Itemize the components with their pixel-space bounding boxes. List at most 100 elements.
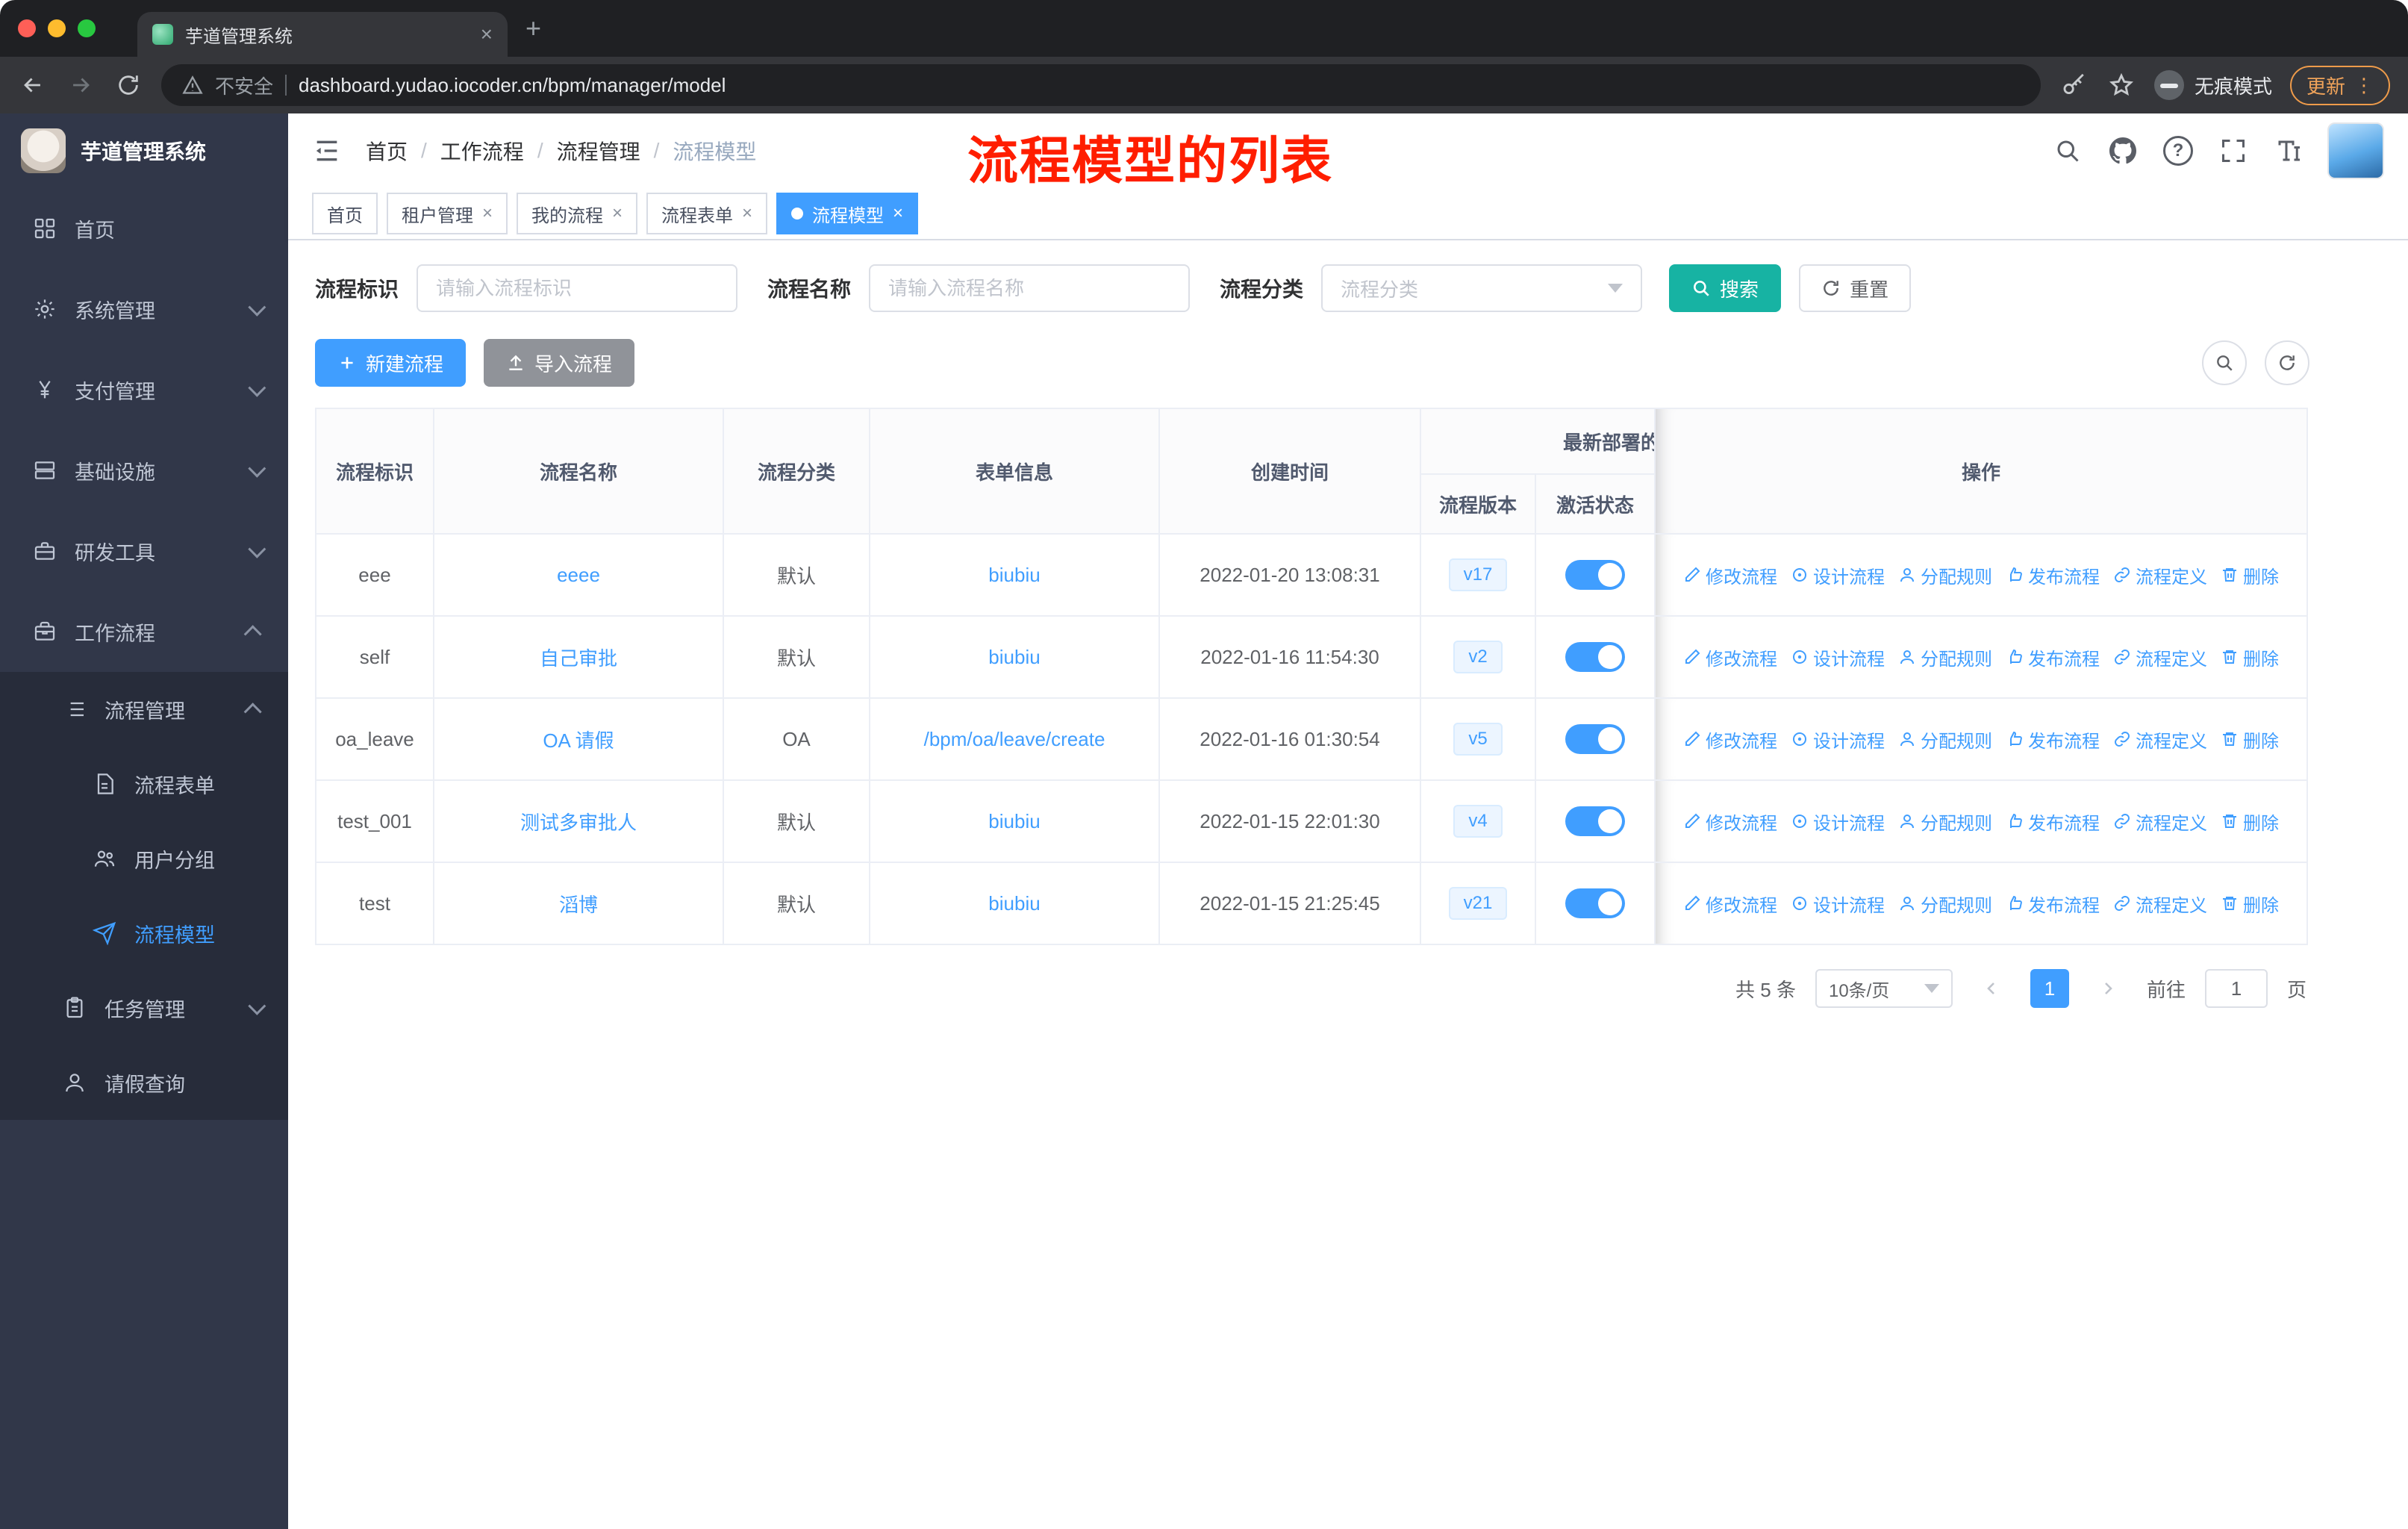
form-info-link[interactable]: biubiu — [988, 810, 1040, 832]
action-assign-rules-link[interactable]: 分配规则 — [1898, 644, 1992, 670]
action-assign-rules-link[interactable]: 分配规则 — [1898, 809, 1992, 835]
sidebar-item-process-form[interactable]: 流程表单 — [0, 747, 288, 821]
reset-button[interactable]: 重置 — [1799, 264, 1912, 312]
github-icon[interactable] — [2106, 134, 2139, 167]
action-definition-link[interactable]: 流程定义 — [2113, 562, 2207, 588]
form-info-link[interactable]: biubiu — [988, 646, 1040, 668]
process-name-link[interactable]: 测试多审批人 — [520, 812, 637, 834]
sidebar-item-home[interactable]: 首页 — [0, 188, 288, 269]
action-design-link[interactable]: 设计流程 — [1791, 644, 1885, 670]
prev-page-button[interactable] — [1972, 969, 2011, 1008]
bookmark-star-icon[interactable] — [2106, 70, 2136, 100]
import-process-button[interactable]: 导入流程 — [484, 339, 635, 387]
action-delete-link[interactable]: 删除 — [2221, 726, 2279, 753]
sidebar-item-task-management[interactable]: 任务管理 — [0, 971, 288, 1045]
action-publish-link[interactable]: 发布流程 — [2006, 726, 2100, 753]
breadcrumb-item[interactable]: 首页 — [366, 136, 408, 166]
tag-close-icon[interactable]: × — [742, 205, 752, 222]
sidebar-collapse-icon[interactable] — [312, 136, 342, 166]
action-edit-link[interactable]: 修改流程 — [1683, 726, 1777, 753]
fullscreen-icon[interactable] — [2217, 134, 2250, 167]
action-definition-link[interactable]: 流程定义 — [2113, 891, 2207, 917]
tag-close-icon[interactable]: × — [482, 205, 493, 222]
action-design-link[interactable]: 设计流程 — [1791, 562, 1885, 588]
action-design-link[interactable]: 设计流程 — [1791, 891, 1885, 917]
active-toggle[interactable] — [1565, 724, 1625, 754]
action-assign-rules-link[interactable]: 分配规则 — [1898, 726, 1992, 753]
action-publish-link[interactable]: 发布流程 — [2006, 562, 2100, 588]
reload-button[interactable] — [113, 70, 143, 100]
breadcrumb-item[interactable]: 工作流程 — [440, 136, 524, 166]
active-toggle[interactable] — [1565, 642, 1625, 672]
process-id-input[interactable] — [417, 264, 738, 312]
create-process-button[interactable]: 新建流程 — [315, 339, 467, 387]
form-info-link[interactable]: biubiu — [988, 564, 1040, 586]
process-name-link[interactable]: eeee — [557, 564, 600, 586]
avatar[interactable] — [2327, 122, 2384, 179]
action-assign-rules-link[interactable]: 分配规则 — [1898, 891, 1992, 917]
sidebar-item-infrastructure[interactable]: 基础设施 — [0, 430, 288, 511]
refresh-table-button[interactable] — [2265, 340, 2309, 385]
action-publish-link[interactable]: 发布流程 — [2006, 809, 2100, 835]
action-edit-link[interactable]: 修改流程 — [1683, 891, 1777, 917]
process-name-input[interactable] — [869, 264, 1191, 312]
breadcrumb-item[interactable]: 流程管理 — [557, 136, 640, 166]
action-edit-link[interactable]: 修改流程 — [1683, 809, 1777, 835]
sidebar-item-devtools[interactable]: 研发工具 — [0, 511, 288, 591]
category-select[interactable]: 流程分类 — [1321, 264, 1643, 312]
action-delete-link[interactable]: 删除 — [2221, 644, 2279, 670]
sidebar-item-user-group[interactable]: 用户分组 — [0, 821, 288, 896]
active-toggle[interactable] — [1565, 888, 1625, 918]
action-definition-link[interactable]: 流程定义 — [2113, 644, 2207, 670]
brand[interactable]: 芋道管理系统 — [0, 113, 288, 188]
tag-close-icon[interactable]: × — [612, 205, 623, 222]
password-key-icon[interactable] — [2059, 70, 2089, 100]
forward-button[interactable] — [66, 70, 96, 100]
action-edit-link[interactable]: 修改流程 — [1683, 562, 1777, 588]
update-button[interactable]: 更新 ⋮ — [2289, 65, 2390, 105]
next-page-button[interactable] — [2089, 969, 2127, 1008]
address-bar[interactable]: 不安全 dashboard.yudao.iocoder.cn/bpm/manag… — [161, 64, 2041, 106]
action-edit-link[interactable]: 修改流程 — [1683, 644, 1777, 670]
back-button[interactable] — [18, 70, 48, 100]
action-assign-rules-link[interactable]: 分配规则 — [1898, 562, 1992, 588]
action-delete-link[interactable]: 删除 — [2221, 891, 2279, 917]
tag-tenant[interactable]: 租户管理 × — [387, 193, 508, 234]
window-zoom-button[interactable] — [78, 19, 96, 37]
search-button[interactable]: 搜索 — [1669, 264, 1782, 312]
window-minimize-button[interactable] — [48, 19, 66, 37]
sidebar-item-process-model[interactable]: 流程模型 — [0, 896, 288, 971]
action-definition-link[interactable]: 流程定义 — [2113, 726, 2207, 753]
process-name-link[interactable]: OA 请假 — [543, 729, 614, 752]
help-icon[interactable]: ? — [2162, 134, 2195, 167]
sidebar-item-system[interactable]: 系统管理 — [0, 269, 288, 349]
action-delete-link[interactable]: 删除 — [2221, 562, 2279, 588]
tab-close-icon[interactable]: × — [481, 24, 493, 45]
form-info-link[interactable]: /bpm/oa/leave/create — [924, 728, 1105, 750]
process-name-link[interactable]: 自己审批 — [540, 647, 617, 670]
active-toggle[interactable] — [1565, 560, 1625, 590]
window-close-button[interactable] — [18, 19, 36, 37]
active-toggle[interactable] — [1565, 806, 1625, 836]
form-info-link[interactable]: biubiu — [988, 892, 1040, 915]
action-definition-link[interactable]: 流程定义 — [2113, 809, 2207, 835]
show-search-toggle-button[interactable] — [2202, 340, 2247, 385]
browser-tab[interactable]: 芋道管理系统 × — [137, 12, 508, 57]
action-delete-link[interactable]: 删除 — [2221, 809, 2279, 835]
tag-close-icon[interactable]: × — [893, 205, 903, 222]
tag-home[interactable]: 首页 — [312, 193, 378, 234]
action-publish-link[interactable]: 发布流程 — [2006, 644, 2100, 670]
tag-my-process[interactable]: 我的流程 × — [517, 193, 638, 234]
sidebar-item-workflow[interactable]: 工作流程 — [0, 591, 288, 672]
new-tab-button[interactable]: + — [525, 15, 541, 42]
action-design-link[interactable]: 设计流程 — [1791, 726, 1885, 753]
action-publish-link[interactable]: 发布流程 — [2006, 891, 2100, 917]
tag-process-model[interactable]: 流程模型 × — [776, 193, 919, 234]
search-icon[interactable] — [2051, 134, 2084, 167]
font-size-icon[interactable] — [2272, 134, 2305, 167]
goto-page-input[interactable] — [2204, 969, 2268, 1008]
sidebar-item-process-management[interactable]: 流程管理 — [0, 672, 288, 747]
tag-process-form[interactable]: 流程表单 × — [646, 193, 768, 234]
sidebar-item-leave-query[interactable]: 请假查询 — [0, 1045, 288, 1120]
current-page-button[interactable]: 1 — [2030, 969, 2069, 1008]
